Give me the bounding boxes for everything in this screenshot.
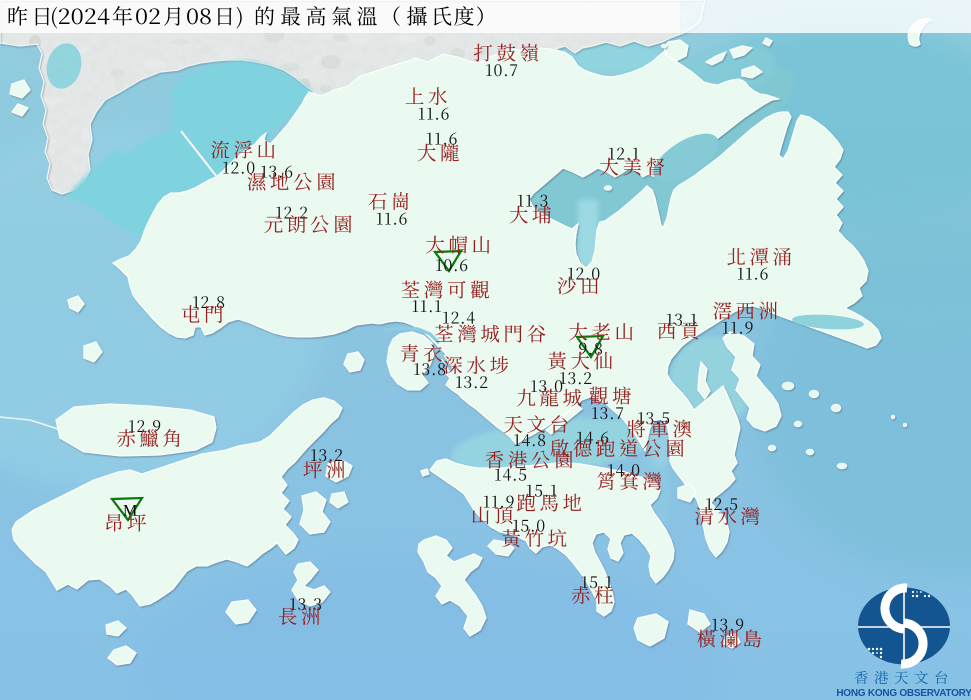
svg-text:赤鱲角: 赤鱲角 [116, 424, 185, 452]
svg-text:橫瀾島: 橫瀾島 [696, 624, 765, 652]
svg-text:昂坪: 昂坪 [104, 508, 150, 536]
svg-text:14.5: 14.5 [494, 463, 528, 486]
svg-text:11.6: 11.6 [376, 207, 408, 230]
svg-text:11.6: 11.6 [737, 262, 769, 285]
svg-text:13.8: 13.8 [413, 357, 447, 380]
svg-text:筲箕灣: 筲箕灣 [596, 467, 665, 495]
svg-text:13.2: 13.2 [455, 370, 489, 393]
svg-text:清水灣: 清水灣 [694, 502, 763, 530]
svg-text:九龍城: 九龍城 [516, 383, 585, 411]
svg-text:大隴: 大隴 [417, 138, 463, 166]
svg-text:跑馬地: 跑馬地 [516, 488, 585, 516]
svg-text:香港天文台: 香港天文台 [854, 667, 954, 688]
svg-text:HONG KONG OBSERVATORY: HONG KONG OBSERVATORY [836, 688, 971, 699]
svg-text:荃灣城門谷: 荃灣城門谷 [434, 319, 550, 347]
svg-text:13.7: 13.7 [591, 401, 625, 424]
svg-text:11.6: 11.6 [418, 102, 450, 125]
svg-text:黃竹坑: 黃竹坑 [501, 524, 570, 552]
svg-text:濕地公園: 濕地公園 [247, 167, 339, 195]
svg-text:11.1: 11.1 [411, 294, 442, 317]
svg-text:大美督: 大美督 [599, 152, 668, 180]
svg-text:11.9: 11.9 [722, 316, 755, 339]
svg-text:元朗公園: 元朗公園 [264, 210, 356, 238]
svg-text:10.7: 10.7 [485, 58, 519, 81]
svg-text:坪洲: 坪洲 [303, 455, 349, 483]
svg-text:沙田: 沙田 [557, 271, 603, 299]
svg-text:西貢: 西貢 [657, 316, 703, 344]
svg-text:屯門: 屯門 [181, 300, 227, 328]
svg-text:赤柱: 赤柱 [571, 581, 617, 609]
svg-text:10.6: 10.6 [435, 253, 469, 276]
svg-text:長洲: 長洲 [278, 602, 324, 630]
svg-text:大埔: 大埔 [509, 200, 555, 228]
